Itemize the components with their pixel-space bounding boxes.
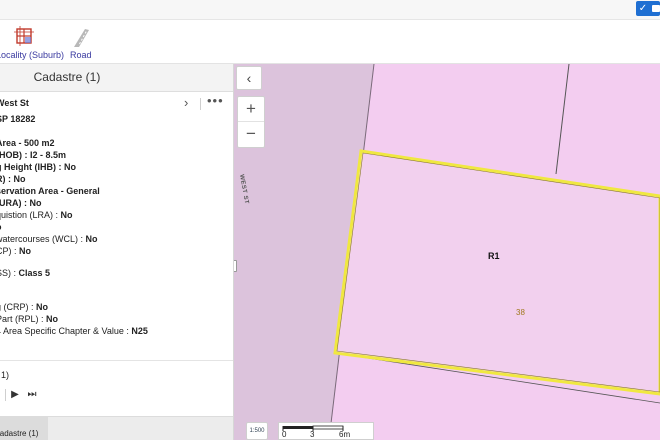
zoom-in-button[interactable]: + [238, 97, 264, 122]
tool-label: Road [70, 50, 92, 60]
property-row: (HOB) : I2 - 8.5m [0, 150, 67, 160]
chevron-right-icon[interactable]: › [184, 95, 188, 110]
road-icon [70, 26, 92, 48]
scale-bar: 0 3 6m [278, 422, 374, 440]
panel-resize-handle[interactable] [234, 260, 237, 272]
tab-label: Cadastre (1) [0, 429, 39, 438]
tab-cadastre[interactable]: Cadastre (1) [0, 417, 48, 440]
feature-navigation: ▶ ⏭ [0, 386, 60, 406]
property-row: g Height (IHB) : No [0, 162, 76, 172]
property-row: o [0, 222, 2, 232]
zoom-control: + − [237, 96, 265, 148]
divider [0, 360, 233, 361]
results-panel: Cadastre (1) West St › ••• SP 18282 Area… [0, 64, 234, 440]
zoom-out-button[interactable]: − [238, 122, 264, 147]
divider [200, 98, 201, 110]
next-icon[interactable]: ⏭ [25, 388, 39, 402]
checkmark-icon: ✓ [636, 1, 650, 16]
scale-icon[interactable]: 1:500 [246, 422, 268, 440]
feature-address: West St [0, 98, 29, 108]
property-row: R) : No [0, 174, 26, 184]
scale-tick-label: 0 [282, 430, 287, 439]
property-row: Part (RPL) : No [0, 314, 59, 324]
layer-toolbar: Locality (Suburb) Road [0, 20, 660, 64]
locality-grid-icon [14, 26, 36, 48]
property-row: SS) : Class 5 [0, 268, 51, 278]
tool-locality[interactable]: Locality (Suburb) [0, 20, 65, 64]
divider [5, 389, 6, 401]
parcel-boundary [555, 64, 570, 175]
toggle-track [650, 1, 660, 16]
property-row: watercourses (WCL) : No [0, 234, 98, 244]
property-row: servation Area - General [0, 186, 100, 196]
lot-number: 38 [516, 308, 525, 317]
scale-tick-label: 6m [339, 430, 351, 439]
map-canvas [234, 64, 660, 440]
property-row: quistion (LRA) : No [0, 210, 73, 220]
feature-header: West St › ••• [0, 93, 233, 112]
property-row: (URA) : No [0, 198, 42, 208]
scale-tick-label: 3 [310, 430, 315, 439]
pager-status: : 1) [0, 370, 10, 380]
map-view[interactable]: WEST ST R1 38 ‹ + − 1:500 0 3 6m [234, 64, 660, 440]
property-row: g (CRP) : No [0, 302, 49, 312]
property-row: CP) : No [0, 246, 32, 256]
property-row: 4 Area Specific Chapter & Value : N25 [0, 326, 148, 336]
property-row: SP 18282 [0, 114, 36, 124]
tool-road[interactable]: Road [64, 20, 98, 64]
collapse-panel-button[interactable]: ‹ [236, 66, 262, 90]
panel-header: Cadastre (1) [0, 64, 233, 92]
panel-footer: Cadastre (1) [0, 416, 233, 440]
tool-label: Locality (Suburb) [0, 50, 65, 60]
panel-title: Cadastre (1) [33, 70, 101, 84]
property-row: Area - 500 m2 [0, 138, 55, 148]
zone-label: R1 [488, 251, 500, 261]
play-icon[interactable]: ▶ [8, 388, 22, 402]
more-options-icon[interactable]: ••• [207, 93, 224, 108]
layer-toggle[interactable]: ✓ [636, 1, 660, 16]
top-strip: ✓ [0, 0, 660, 20]
